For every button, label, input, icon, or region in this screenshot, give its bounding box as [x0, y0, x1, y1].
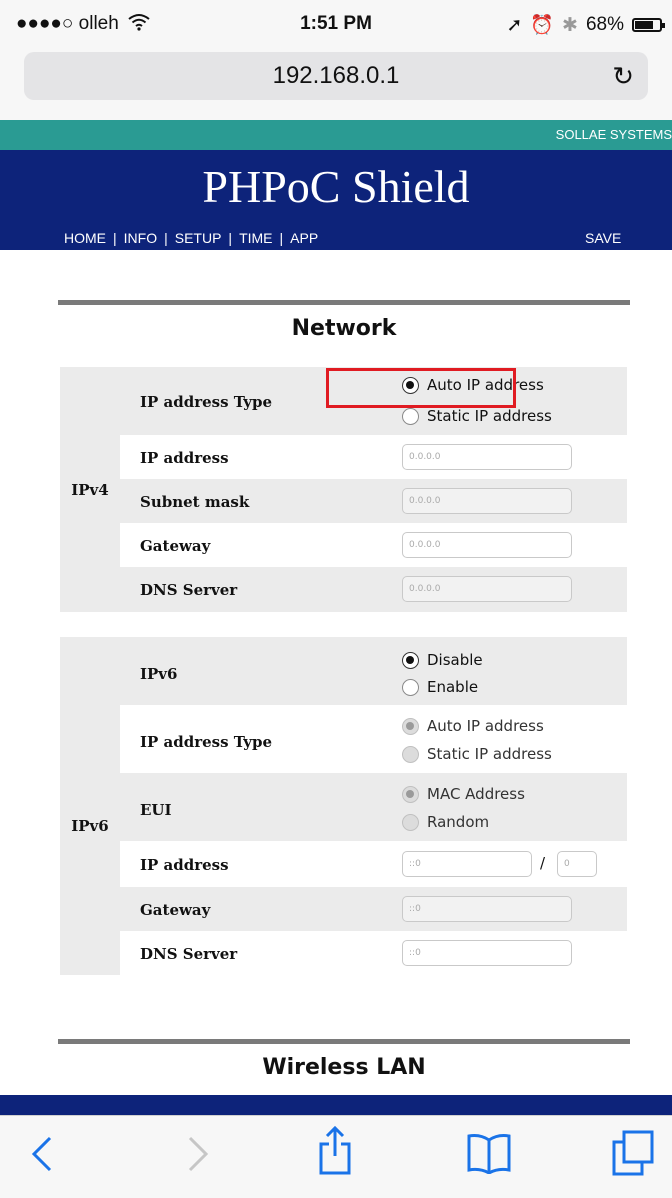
ipv6-dns-label: DNS Server [140, 945, 238, 963]
bookmarks-icon[interactable] [466, 1132, 512, 1178]
reload-icon[interactable]: ↻ [612, 52, 634, 100]
forward-icon[interactable] [186, 1134, 210, 1178]
radio-ipv6-static-ip[interactable] [402, 745, 419, 763]
share-icon[interactable] [318, 1125, 352, 1180]
network-title: Network [291, 316, 397, 341]
brand-label: SOLLAE SYSTEMS [555, 127, 672, 142]
save-link[interactable]: SAVE [585, 230, 621, 246]
tabs-icon[interactable] [612, 1130, 654, 1180]
ipv6-ip-address-label: IP address [140, 856, 229, 874]
ipv4-ip-address-input[interactable]: 0.0.0.0 [402, 444, 572, 470]
ipv6-static-ip-option[interactable]: Static IP address [402, 745, 552, 763]
ipv6-ip-type-row: IP address Type Auto IP address Static I… [120, 705, 627, 773]
ipv4-gateway-row: Gateway 0.0.0.0 [120, 523, 627, 567]
ipv6-ip-address-input[interactable]: ::0 [402, 851, 532, 877]
ipv4-dns-input[interactable]: 0.0.0.0 [402, 576, 572, 602]
radio-ipv6-auto-ip[interactable] [402, 717, 419, 735]
url-text: 192.168.0.1 [272, 62, 400, 89]
prefix-separator: / [540, 854, 546, 872]
ipv4-subnet-input[interactable]: 0.0.0.0 [402, 488, 572, 514]
ipv6-dns-row: DNS Server ::0 [120, 931, 627, 975]
brand-strip: SOLLAE SYSTEMS [0, 120, 672, 150]
nav-info[interactable]: INFO [124, 230, 157, 246]
status-bar: ●●●●○ olleh 1:51 PM ➚ ⏰ ✱ 68% [0, 0, 672, 50]
site-title: PHPoC Shield [202, 161, 470, 212]
ipv6-disable-option[interactable]: Disable [402, 651, 483, 669]
battery-percent: 68% [585, 14, 624, 35]
ipv6-table: IPv6 IPv6 Disable Enable IP address Type… [60, 637, 627, 975]
radio-enable[interactable] [402, 678, 419, 696]
battery-icon [632, 18, 665, 32]
ipv6-eui-row: EUI MAC Address Random [120, 773, 627, 841]
section-divider [58, 1039, 630, 1044]
ipv4-dns-row: DNS Server 0.0.0.0 [120, 567, 627, 612]
browser-toolbar [0, 1115, 672, 1198]
highlight-box [326, 368, 516, 408]
back-icon[interactable] [30, 1134, 54, 1178]
nav-home[interactable]: HOME [64, 230, 106, 246]
eui-mac-option[interactable]: MAC Address [402, 785, 525, 803]
bluetooth-icon: ✱ [562, 14, 578, 36]
radio-disable[interactable] [402, 651, 419, 669]
ipv6-gateway-row: Gateway ::0 [120, 887, 627, 931]
ipv6-gateway-label: Gateway [140, 901, 211, 919]
ipv6-auto-ip-option[interactable]: Auto IP address [402, 717, 544, 735]
eui-label: EUI [140, 801, 172, 819]
ipv4-subnet-row: Subnet mask 0.0.0.0 [120, 479, 627, 523]
nav-app[interactable]: APP [290, 230, 318, 246]
dns-server-label: DNS Server [140, 581, 238, 599]
radio-random[interactable] [402, 813, 419, 831]
alarm-icon: ⏰ [530, 15, 555, 36]
ipv6-group-label: IPv6 [71, 817, 109, 835]
ip-address-label: IP address [140, 449, 229, 467]
footer-bar [0, 1095, 672, 1115]
ipv6-enable-option[interactable]: Enable [402, 678, 478, 696]
ipv6-ip-address-row: IP address ::0 / 0 [120, 841, 627, 887]
ipv6-prefix-input[interactable]: 0 [557, 851, 597, 877]
ipv4-ip-address-row: IP address 0.0.0.0 [120, 435, 627, 479]
ipv6-dns-input[interactable]: ::0 [402, 940, 572, 966]
ipv4-static-ip-option[interactable]: Static IP address [402, 407, 552, 425]
nav-menu: HOME | INFO | SETUP | TIME | APP [64, 230, 319, 246]
browser-chrome: 192.168.0.1 ↻ [0, 50, 672, 120]
ipv4-group-label: IPv4 [71, 481, 109, 499]
subnet-mask-label: Subnet mask [140, 493, 250, 511]
site-header: PHPoC Shield HOME | INFO | SETUP | TIME | AP… [0, 150, 672, 250]
wireless-title: Wireless LAN [262, 1055, 426, 1080]
ipv6-gateway-input[interactable]: ::0 [402, 896, 572, 922]
ipv6-ip-type-label: IP address Type [140, 733, 273, 751]
radio-mac-address[interactable] [402, 785, 419, 803]
location-icon: ➚ [506, 14, 523, 36]
url-bar[interactable]: 192.168.0.1 ↻ [24, 52, 648, 100]
nav-setup[interactable]: SETUP [175, 230, 222, 246]
radio-static-ip[interactable] [402, 407, 419, 425]
eui-random-option[interactable]: Random [402, 813, 489, 831]
ipv6-enable-row: IPv6 Disable Enable [120, 637, 627, 705]
ipv4-gateway-input[interactable]: 0.0.0.0 [402, 532, 572, 558]
nav-time[interactable]: TIME [239, 230, 272, 246]
section-divider [58, 300, 630, 305]
ipv6-label: IPv6 [140, 665, 178, 683]
gateway-label: Gateway [140, 537, 211, 555]
ip-type-label: IP address Type [140, 393, 273, 411]
